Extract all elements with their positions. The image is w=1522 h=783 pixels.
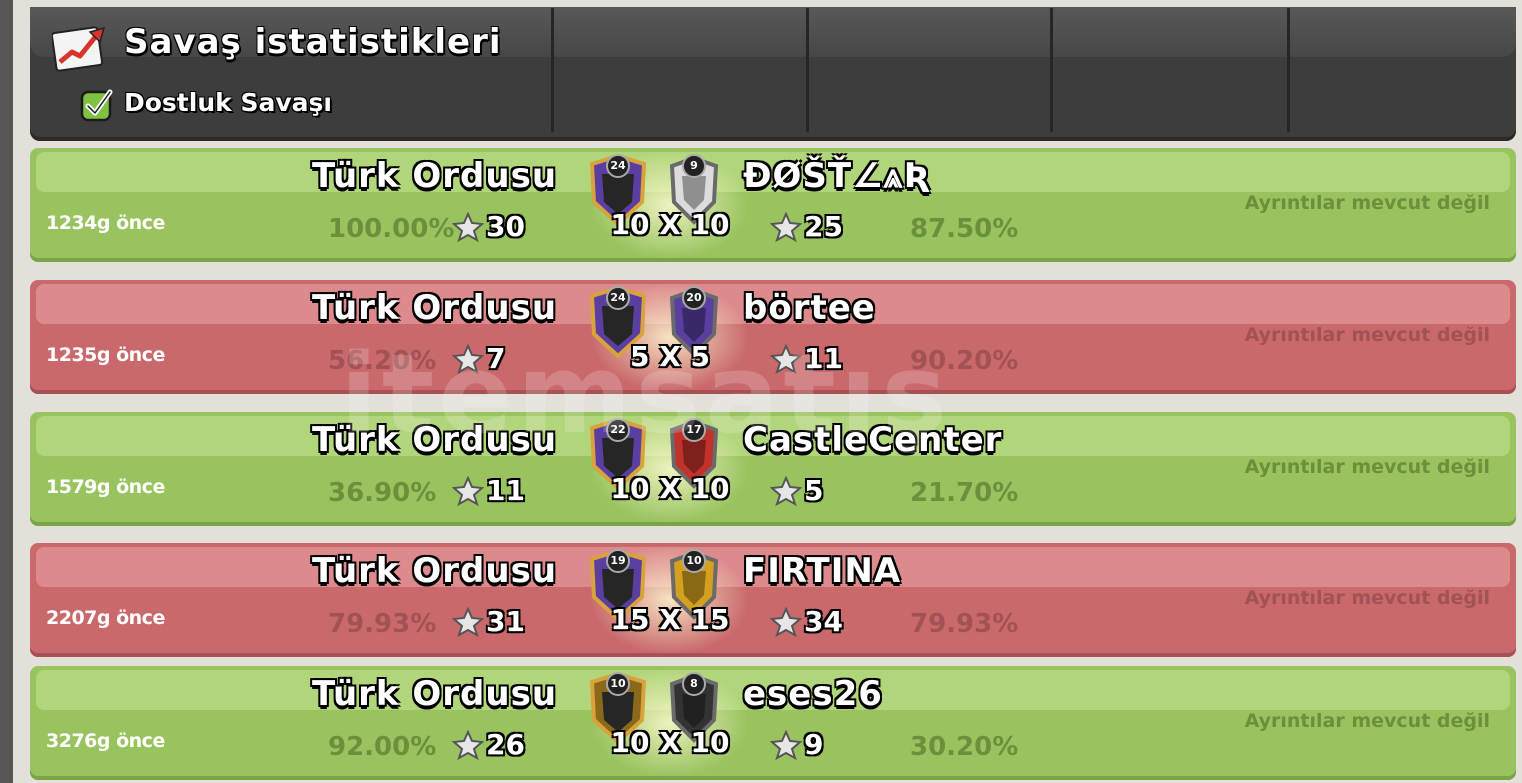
friendly-war-filter-label[interactable]: Dostluk Savaşı <box>124 88 332 117</box>
war-size: 10 X 10 <box>610 726 730 759</box>
our-stars-count: 26 <box>486 728 525 761</box>
star-icon <box>452 476 484 506</box>
our-destruction-percent: 79.93% <box>328 609 437 639</box>
war-time-ago: 2207g önce <box>46 607 165 629</box>
our-stars-count: 30 <box>486 210 525 243</box>
opponent-stars-count: 34 <box>804 605 843 638</box>
star-icon <box>770 344 802 374</box>
opponent-destruction-percent: 87.50% <box>910 214 1019 244</box>
our-clan-name: Türk Ordusu <box>312 156 558 196</box>
checkbox-icon[interactable] <box>80 88 114 122</box>
our-clan-level: 19 <box>606 549 630 573</box>
war-time-ago: 1234g önce <box>46 212 165 234</box>
star-icon <box>452 212 484 242</box>
header-divider <box>551 8 554 132</box>
opponent-destruction-percent: 30.20% <box>910 732 1019 762</box>
star-icon <box>452 607 484 637</box>
opponent-stars-count: 9 <box>804 728 824 761</box>
our-clan-level: 22 <box>606 418 630 442</box>
war-log-row[interactable]: 3276g önce Türk Ordusu 10 8 eses26 92.00% 26 10… <box>30 666 1516 780</box>
opponent-clan-name: börtee <box>743 288 876 328</box>
opponent-clan-level: 20 <box>682 286 706 310</box>
header-divider <box>1287 8 1290 132</box>
war-size: 10 X 10 <box>610 472 730 505</box>
our-destruction-percent: 36.90% <box>328 478 437 508</box>
opponent-destruction-percent: 21.70% <box>910 478 1019 508</box>
war-log-row[interactable]: 2207g önce Türk Ordusu 19 10 FIRTINA 79.93% 31… <box>30 543 1516 657</box>
details-unavailable-text: Ayrıntılar mevcut değil <box>1244 456 1490 478</box>
our-destruction-percent: 56.20% <box>328 346 437 376</box>
war-log-row[interactable]: 1579g önce Türk Ordusu 22 17 CastleCenter 36.… <box>30 412 1516 526</box>
our-stars-count: 7 <box>486 342 506 375</box>
star-icon <box>452 344 484 374</box>
our-clan-name: Türk Ordusu <box>312 551 558 591</box>
chart-up-icon <box>52 26 106 72</box>
star-icon <box>770 476 802 506</box>
our-clan-name: Türk Ordusu <box>312 674 558 714</box>
opponent-stars-count: 11 <box>804 342 843 375</box>
details-unavailable-text: Ayrıntılar mevcut değil <box>1244 710 1490 732</box>
war-size: 5 X 5 <box>629 340 711 373</box>
opponent-destruction-percent: 79.93% <box>910 609 1019 639</box>
our-destruction-percent: 92.00% <box>328 732 437 762</box>
opponent-clan-name: eses26 <box>743 674 883 714</box>
war-log-row[interactable]: 1234g önce Türk Ordusu 24 9 ĐØŠŤ∠⩓Ʀ 100.00% 30… <box>30 148 1516 262</box>
war-size: 15 X 15 <box>610 603 730 636</box>
our-clan-level: 24 <box>606 286 630 310</box>
opponent-clan-level: 17 <box>682 418 706 442</box>
header-divider <box>806 8 809 132</box>
details-unavailable-text: Ayrıntılar mevcut değil <box>1244 587 1490 609</box>
opponent-stars-count: 5 <box>804 474 824 507</box>
page-title: Savaş istatistikleri <box>124 22 502 62</box>
opponent-destruction-percent: 90.20% <box>910 346 1019 376</box>
opponent-clan-level: 9 <box>682 154 706 178</box>
details-unavailable-text: Ayrıntılar mevcut değil <box>1244 192 1490 214</box>
details-unavailable-text: Ayrıntılar mevcut değil <box>1244 324 1490 346</box>
our-clan-level: 24 <box>606 154 630 178</box>
opponent-clan-level: 8 <box>682 672 706 696</box>
our-destruction-percent: 100.00% <box>328 214 455 244</box>
war-time-ago: 1235g önce <box>46 344 165 366</box>
our-clan-name: Türk Ordusu <box>312 420 558 460</box>
opponent-clan-name: FIRTINA <box>743 551 902 591</box>
opponent-clan-level: 10 <box>682 549 706 573</box>
our-stars-count: 11 <box>486 474 525 507</box>
our-clan-name: Türk Ordusu <box>312 288 558 328</box>
our-stars-count: 31 <box>486 605 525 638</box>
our-clan-level: 10 <box>606 672 630 696</box>
star-icon <box>770 212 802 242</box>
opponent-stars-count: 25 <box>804 210 843 243</box>
left-edge-strip <box>0 0 13 783</box>
star-icon <box>452 730 484 760</box>
war-log-row[interactable]: 1235g önce Türk Ordusu 24 20 börtee 56.20% 7 5 … <box>30 280 1516 394</box>
war-time-ago: 1579g önce <box>46 476 165 498</box>
star-icon <box>770 730 802 760</box>
opponent-clan-name: CastleCenter <box>743 420 1003 460</box>
star-icon <box>770 607 802 637</box>
war-time-ago: 3276g önce <box>46 730 165 752</box>
header-divider <box>1050 8 1053 132</box>
opponent-clan-name: ĐØŠŤ∠⩓Ʀ <box>743 156 931 196</box>
war-size: 10 X 10 <box>610 208 730 241</box>
